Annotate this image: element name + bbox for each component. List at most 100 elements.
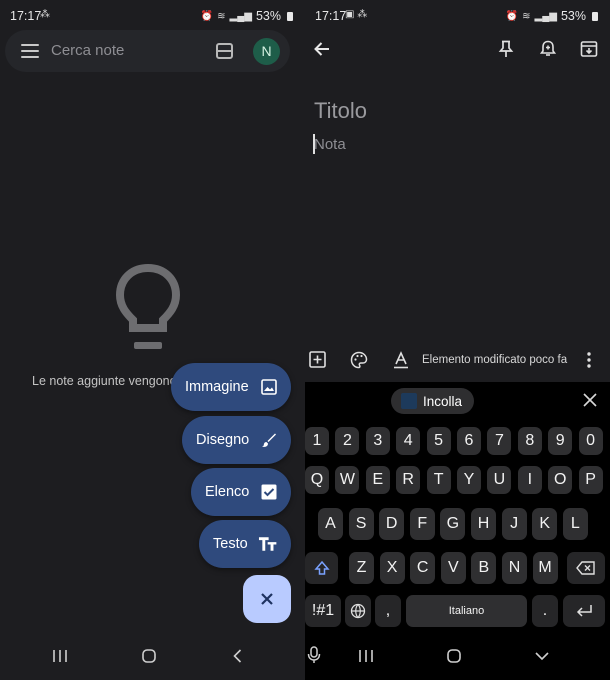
status-time: 17:17 <box>10 9 42 23</box>
key-n[interactable]: N <box>502 552 527 584</box>
paste-label: Incolla <box>423 393 463 409</box>
fab-label: Disegno <box>196 432 250 448</box>
paste-button[interactable]: Incolla <box>391 388 475 414</box>
battery-percent: 53% <box>255 9 281 23</box>
key-3[interactable]: 3 <box>365 427 390 455</box>
hamburger-menu-icon[interactable] <box>21 44 39 58</box>
key-5[interactable]: 5 <box>426 427 451 455</box>
key-h[interactable]: H <box>471 508 496 540</box>
lightbulb-icon <box>115 263 181 349</box>
signal-icon: ▂▄▆ <box>534 10 557 22</box>
notes-list-screen: 17:17 ⁂ ⏰ ≋ ▂▄▆ 53% Cerca note N Le note… <box>0 0 305 680</box>
clipboard-thumbnail-icon <box>401 393 417 409</box>
space-key[interactable]: Italiano <box>406 595 527 627</box>
battery-icon <box>592 11 598 21</box>
status-bar: 17:17 ▣ ⁂ ⏰ ≋ ▂▄▆ 53% <box>305 0 610 32</box>
key-z[interactable]: Z <box>349 552 374 584</box>
system-nav-bar <box>305 636 610 680</box>
note-input[interactable]: Nota <box>314 136 346 153</box>
home-icon[interactable] <box>446 648 462 664</box>
status-notification-icon: ⁂ <box>40 9 50 20</box>
shift-key[interactable] <box>305 552 338 584</box>
back-icon[interactable] <box>230 648 246 664</box>
key-i[interactable]: I <box>517 466 542 494</box>
key-r[interactable]: R <box>396 466 421 494</box>
key-d[interactable]: D <box>379 508 405 540</box>
close-icon <box>261 593 273 605</box>
key-p[interactable]: P <box>578 466 603 494</box>
key-e[interactable]: E <box>365 466 390 494</box>
key-b[interactable]: B <box>471 552 497 584</box>
search-input[interactable]: Cerca note <box>51 42 124 59</box>
fab-label: Testo <box>213 536 248 552</box>
recents-icon[interactable] <box>52 648 68 664</box>
back-arrow-icon[interactable] <box>313 40 331 58</box>
home-icon[interactable] <box>141 648 157 664</box>
add-list-button[interactable]: Elenco <box>191 468 291 516</box>
period-key[interactable]: . <box>532 595 558 627</box>
status-notification-icon: ▣ ⁂ <box>345 9 368 20</box>
enter-key[interactable] <box>563 595 605 627</box>
key-u[interactable]: U <box>487 466 512 494</box>
title-input[interactable]: Titolo <box>314 98 367 124</box>
wifi-icon: ≋ <box>522 10 531 22</box>
key-1[interactable]: 1 <box>305 427 329 455</box>
key-j[interactable]: J <box>501 508 527 540</box>
alarm-icon: ⏰ <box>505 10 519 22</box>
comma-key[interactable]: , <box>375 595 401 627</box>
key-s[interactable]: S <box>348 508 374 540</box>
backspace-key[interactable] <box>567 552 605 584</box>
palette-icon[interactable] <box>350 351 368 369</box>
key-m[interactable]: M <box>532 552 558 584</box>
note-editor-screen: 17:17 ▣ ⁂ ⏰ ≋ ▂▄▆ 53% Titolo Nota Elemen… <box>305 0 610 680</box>
more-options-icon[interactable] <box>586 351 592 369</box>
key-4[interactable]: 4 <box>396 427 421 455</box>
add-image-button[interactable]: Immagine <box>171 363 291 411</box>
archive-icon[interactable] <box>580 40 598 58</box>
globe-icon <box>350 603 366 619</box>
recents-icon[interactable] <box>358 648 374 664</box>
key-f[interactable]: F <box>409 508 435 540</box>
key-x[interactable]: X <box>379 552 405 584</box>
brush-icon <box>262 433 276 447</box>
symbols-key[interactable]: !#1 <box>305 595 341 627</box>
key-k[interactable]: K <box>532 508 558 540</box>
reminder-bell-icon[interactable] <box>539 40 557 58</box>
checkbox-icon <box>261 484 277 500</box>
close-menu-button[interactable] <box>243 575 291 623</box>
key-v[interactable]: V <box>440 552 466 584</box>
key-6[interactable]: 6 <box>457 427 481 455</box>
key-t[interactable]: T <box>426 466 451 494</box>
language-key[interactable] <box>345 595 371 627</box>
search-bar[interactable]: Cerca note N <box>5 30 290 72</box>
system-nav-bar <box>0 636 305 680</box>
enter-icon <box>576 605 592 617</box>
fab-label: Immagine <box>185 379 249 395</box>
key-0[interactable]: 0 <box>578 427 603 455</box>
key-2[interactable]: 2 <box>335 427 360 455</box>
key-8[interactable]: 8 <box>517 427 542 455</box>
key-9[interactable]: 9 <box>548 427 573 455</box>
layout-toggle-icon[interactable] <box>216 43 233 59</box>
close-icon[interactable] <box>582 392 598 408</box>
key-q[interactable]: Q <box>305 466 329 494</box>
key-w[interactable]: W <box>335 466 360 494</box>
add-box-icon[interactable] <box>309 351 326 368</box>
key-7[interactable]: 7 <box>487 427 512 455</box>
add-drawing-button[interactable]: Disegno <box>182 416 291 464</box>
key-a[interactable]: A <box>318 508 343 540</box>
pin-icon[interactable] <box>498 40 514 58</box>
image-icon <box>261 379 277 395</box>
text-format-icon[interactable] <box>393 351 409 369</box>
alarm-icon: ⏰ <box>200 10 214 22</box>
microphone-icon[interactable] <box>307 646 321 664</box>
hide-keyboard-icon[interactable] <box>534 648 550 664</box>
text-icon <box>258 537 277 551</box>
key-c[interactable]: C <box>410 552 436 584</box>
key-g[interactable]: G <box>440 508 466 540</box>
key-l[interactable]: L <box>562 508 588 540</box>
key-y[interactable]: Y <box>457 466 481 494</box>
avatar[interactable]: N <box>253 38 280 65</box>
add-text-button[interactable]: Testo <box>199 520 291 568</box>
key-o[interactable]: O <box>548 466 573 494</box>
